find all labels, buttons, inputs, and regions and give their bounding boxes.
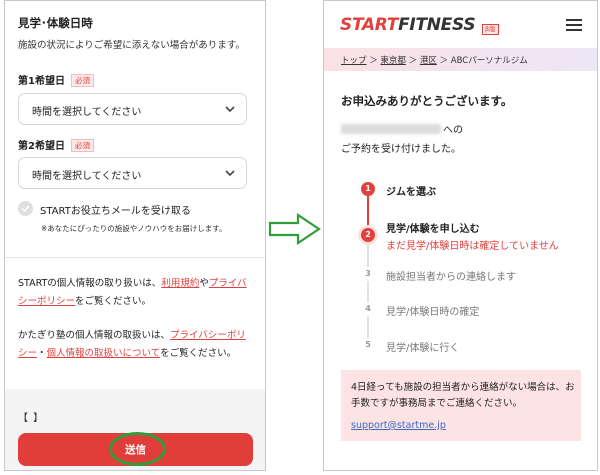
support-email-link[interactable]: support@startme.jp — [351, 420, 446, 431]
privacy2-mid: ・ — [37, 348, 47, 359]
section-title: 見学･体験日時 — [18, 16, 93, 30]
breadcrumb-pref[interactable]: 東京都 — [380, 56, 406, 66]
newsletter-note: ※あなたにぴったりの施設やノウハウをお届けします。 — [41, 224, 227, 233]
breadcrumb-ward[interactable]: 港区 — [420, 56, 437, 66]
contact-notice: 4日経っても施設の担当者から連絡がない場合は、お手数ですが事務局までご連絡くださ… — [341, 370, 581, 441]
personal-info-handling-link[interactable]: 個人情報の取扱いについて — [47, 348, 161, 359]
choice2-select-value: 時間を選択してください — [32, 171, 142, 182]
contact-notice-text: 4日経っても施設の担当者から連絡がない場合は、お手数ですが事務局までご連絡くださ… — [351, 382, 575, 409]
newsletter-label: STARTお役立ちメールを受け取る — [40, 206, 191, 217]
privacy1-post: をご覧ください。 — [75, 296, 152, 307]
accepted-message: ご予約を受け付けました。 — [341, 144, 461, 155]
privacy2-pre: かたぎり塾の個人情報の取扱いは、 — [18, 330, 171, 341]
divider — [5, 257, 265, 258]
required-badge: 必須 — [70, 74, 94, 87]
check-icon — [21, 205, 30, 213]
privacy2-post: をご覧ください。 — [160, 348, 237, 359]
choice2-label: 第2希望日 必須 — [18, 137, 94, 152]
privacy-notice-katagiri: かたぎり塾の個人情報の取扱いは、プライバシーポリシー・個人情報の取扱いについてを… — [18, 327, 254, 363]
step-5-label: 見学/体験に行く — [386, 343, 460, 354]
step-2-dot: 2 — [361, 228, 375, 242]
progress-line-pending — [367, 239, 369, 349]
step-2-label: 見学/体験を申し込む — [386, 224, 480, 235]
step-3-label: 施設担当者からの連絡します — [386, 272, 516, 283]
choice2-label-text: 第2希望日 — [18, 141, 65, 152]
startfitness-logo[interactable]: STARTFITNESS — [340, 15, 476, 35]
choice1-time-select[interactable]: 時間を選択してください — [18, 93, 247, 125]
breadcrumb-sep: ＞ — [405, 56, 420, 66]
blurred-gym-name — [341, 124, 441, 134]
beta-badge: β版 — [482, 24, 499, 35]
choice1-label: 第1希望日 必須 — [18, 72, 94, 87]
breadcrumb-sep: ＞ — [436, 56, 451, 66]
step-4-label: 見学/体験日時の確定 — [386, 307, 480, 318]
gym-name-suffix: への — [443, 125, 463, 136]
step-2-status: まだ見学/体験日時は確定していません — [386, 241, 559, 252]
completion-page-panel: STARTFITNESS β版 トップ ＞ 東京都 ＞ 港区 ＞ ABCパーソナ… — [323, 0, 598, 471]
highlight-circle — [109, 432, 166, 466]
breadcrumb-current: ABCパーソナルジム — [450, 56, 528, 66]
step-1-dot: 1 — [361, 182, 375, 196]
chevron-down-icon — [225, 170, 235, 177]
thanks-heading: お申込みありがとうございます。 — [341, 94, 513, 108]
breadcrumb: トップ ＞ 東京都 ＞ 港区 ＞ ABCパーソナルジム — [324, 48, 597, 71]
breadcrumb-sep: ＞ — [366, 56, 381, 66]
step-3-dot: 3 — [361, 267, 375, 281]
logo-fitness: FITNESS — [398, 15, 476, 35]
choice2-time-select[interactable]: 時間を選択してください — [18, 157, 247, 189]
step-1-label: ジムを選ぶ — [386, 187, 436, 198]
breadcrumb-home[interactable]: トップ — [341, 56, 367, 66]
chevron-down-icon — [225, 106, 235, 113]
step-5-dot: 5 — [361, 338, 375, 352]
choice1-label-text: 第1希望日 — [18, 76, 65, 87]
section-description: 施設の状況によりご希望に添えない場合があります。 — [18, 40, 245, 51]
checkbox-circle[interactable] — [18, 201, 33, 216]
step-4-dot: 4 — [361, 302, 375, 316]
privacy-notice-start: STARTの個人情報の取り扱いは、利用規約やプライバシーポリシーをご覧ください。 — [18, 275, 254, 311]
choice1-select-value: 時間を選択してください — [32, 107, 142, 118]
required-badge: 必須 — [70, 139, 94, 152]
terms-link[interactable]: 利用規約 — [161, 278, 199, 289]
privacy1-mid: や — [199, 278, 209, 289]
reservation-form-panel: 見学･体験日時 施設の状況によりご希望に添えない場合があります。 第1希望日 必須… — [4, 0, 266, 471]
hamburger-menu-icon[interactable] — [566, 19, 582, 31]
logo-start: START — [340, 15, 399, 35]
cut-off-heading: 【 】 — [18, 413, 45, 424]
right-arrow-icon — [268, 213, 321, 245]
privacy1-pre: STARTの個人情報の取り扱いは、 — [18, 278, 162, 289]
